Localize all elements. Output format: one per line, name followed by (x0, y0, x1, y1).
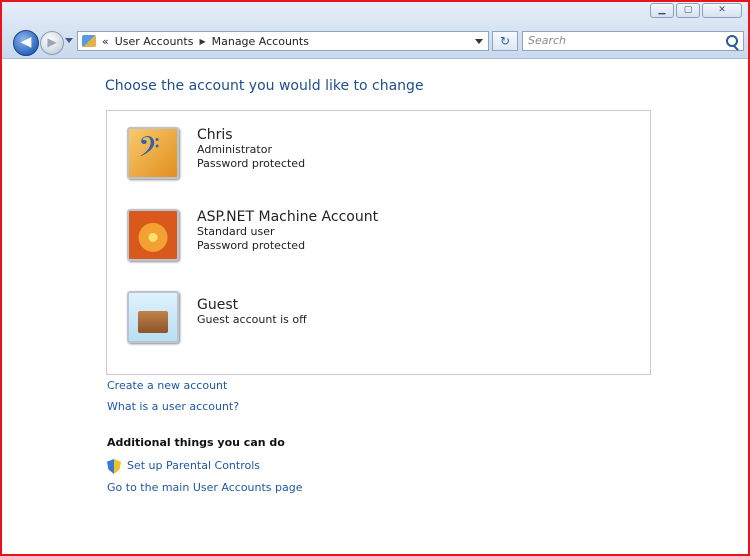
account-list: Chris Administrator Password protected A… (106, 110, 651, 375)
title-bar: ▁ ▢ ✕ ◀ ▶ « User Accounts ▶ Manage Accou… (2, 2, 748, 59)
what-is-account-link[interactable]: What is a user account? (107, 400, 239, 413)
breadcrumb-user-accounts[interactable]: User Accounts (115, 35, 194, 48)
close-button[interactable]: ✕ (702, 3, 742, 18)
account-guest[interactable]: Guest Guest account is off (127, 291, 307, 343)
back-arrow-icon[interactable]: ◀ (13, 30, 39, 56)
window-frame: ▁ ▢ ✕ ◀ ▶ « User Accounts ▶ Manage Accou… (0, 0, 750, 556)
address-bar[interactable]: « User Accounts ▶ Manage Accounts (77, 31, 489, 51)
search-icon[interactable] (726, 35, 738, 47)
account-name[interactable]: Guest (197, 297, 307, 313)
account-status: Guest account is off (197, 313, 307, 326)
refresh-button[interactable]: ↻ (492, 31, 518, 51)
account-type: Administrator (197, 143, 272, 156)
control-panel-icon (82, 35, 96, 47)
flower-icon[interactable] (127, 209, 179, 261)
bass-clef-icon[interactable] (127, 127, 179, 179)
account-chris[interactable]: Chris Administrator Password protected (127, 127, 305, 179)
briefcase-icon[interactable] (127, 291, 179, 343)
account-aspnet[interactable]: ASP.NET Machine Account Standard user Pa… (127, 209, 378, 261)
forward-arrow-icon[interactable]: ▶ (40, 31, 64, 55)
parental-controls-link[interactable]: Set up Parental Controls (127, 459, 260, 472)
account-name[interactable]: Chris (197, 127, 305, 143)
recent-pages-chevron-icon[interactable] (65, 38, 73, 43)
main-user-accounts-link[interactable]: Go to the main User Accounts page (107, 481, 303, 494)
account-status: Password protected (197, 157, 306, 170)
shield-icon (107, 459, 121, 474)
caption-buttons: ▁ ▢ ✕ (650, 3, 742, 18)
maximize-button[interactable]: ▢ (676, 3, 700, 18)
create-account-link[interactable]: Create a new account (107, 379, 227, 392)
search-input[interactable]: Search (522, 31, 744, 51)
additional-heading: Additional things you can do (107, 436, 285, 449)
account-name[interactable]: ASP.NET Machine Account (197, 209, 378, 225)
page-title: Choose the account you would like to cha… (105, 78, 424, 94)
account-status: Password protected (197, 239, 306, 252)
refresh-icon: ↻ (499, 34, 511, 48)
account-type: Standard user (197, 225, 275, 238)
minimize-button[interactable]: ▁ (650, 3, 674, 18)
breadcrumb-manage-accounts[interactable]: Manage Accounts (212, 35, 309, 48)
address-dropdown-icon[interactable] (475, 39, 483, 44)
search-placeholder: Search (528, 34, 567, 47)
breadcrumb-separator-icon[interactable]: ▶ (199, 37, 205, 46)
breadcrumb-prefix[interactable]: « (102, 35, 109, 48)
